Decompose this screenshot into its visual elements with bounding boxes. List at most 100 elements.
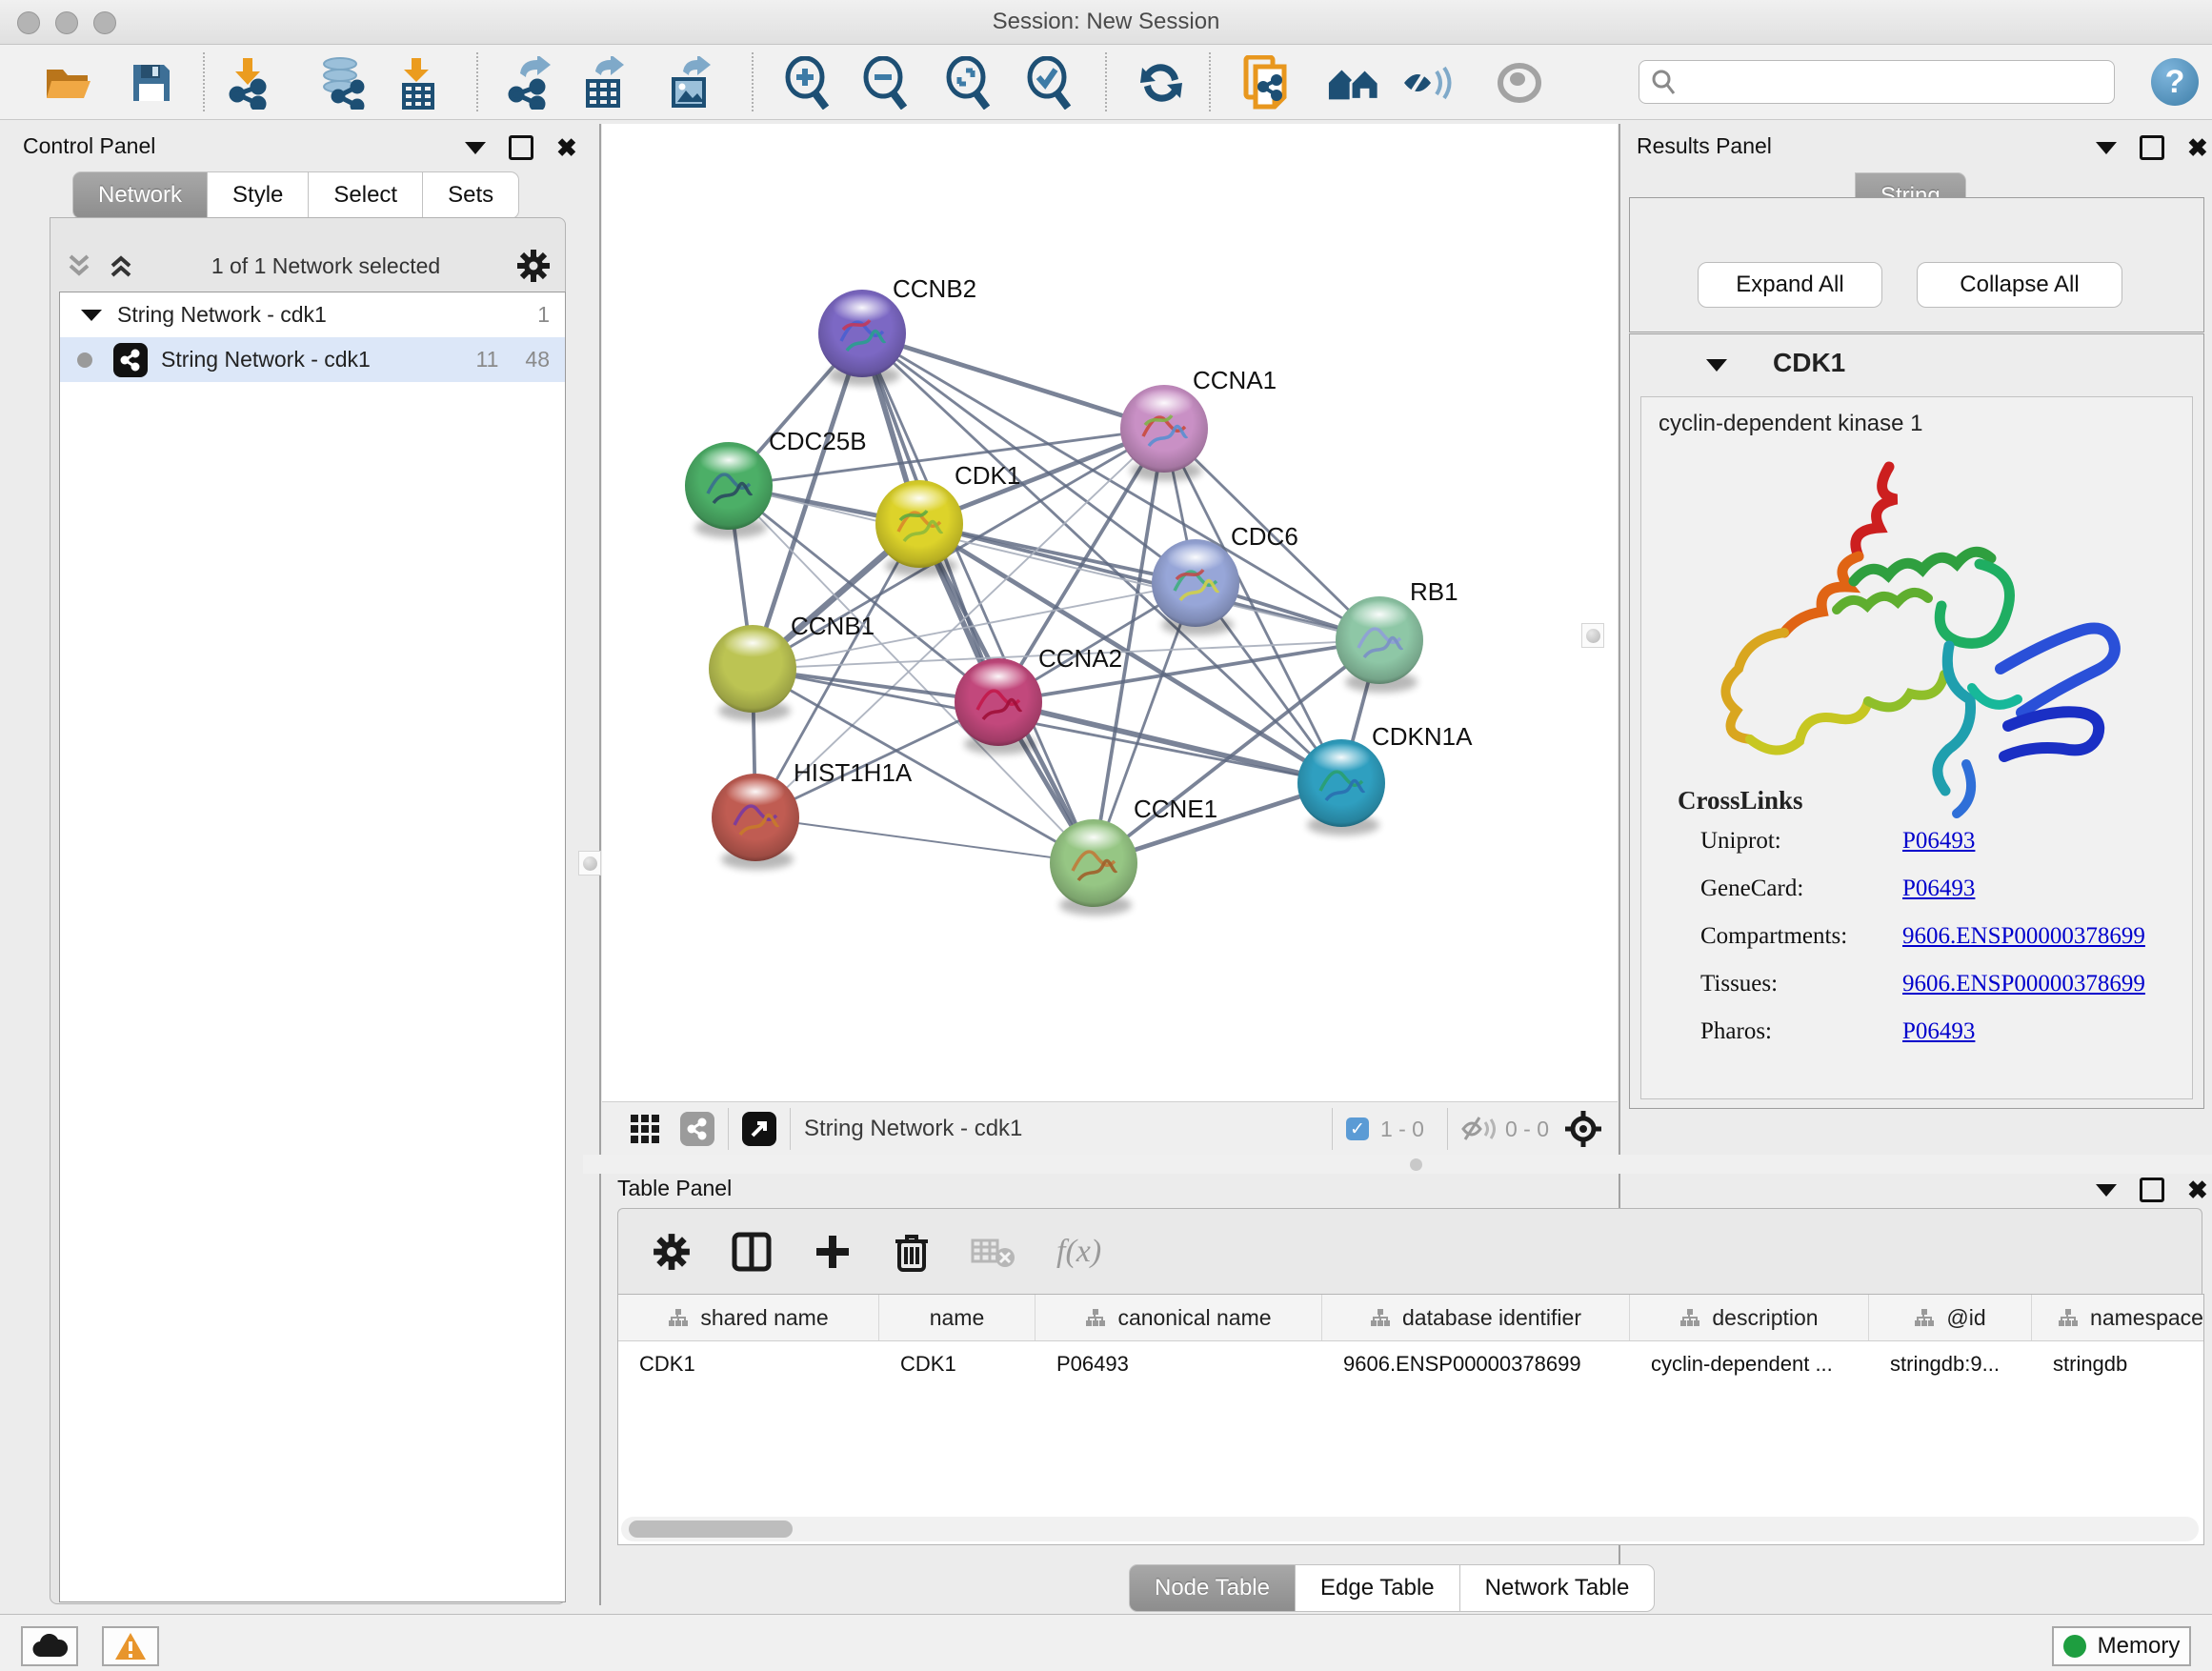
- show-columns-icon[interactable]: [731, 1231, 773, 1273]
- node-CDC25B[interactable]: CDC25B: [685, 427, 867, 538]
- collapse-panel-icon[interactable]: [2096, 1184, 2117, 1197]
- hide-selected-button[interactable]: [1400, 56, 1454, 110]
- open-session-button[interactable]: [42, 56, 95, 110]
- crosslink-link[interactable]: 9606.ENSP00000378699: [1902, 971, 2145, 997]
- horizontal-splitter-handle[interactable]: [1410, 1158, 1422, 1171]
- close-panel-icon[interactable]: ✖: [556, 138, 577, 157]
- expand-all-icon[interactable]: [107, 252, 135, 279]
- new-network-from-selection-button[interactable]: [1239, 56, 1293, 110]
- column-header-name[interactable]: name: [879, 1295, 1036, 1340]
- scrollbar-thumb[interactable]: [629, 1520, 793, 1538]
- table-row[interactable]: CDK1CDK1P064939606.ENSP00000378699cyclin…: [618, 1341, 2203, 1387]
- zoom-fit-button[interactable]: [941, 56, 995, 110]
- column-label: description: [1712, 1305, 1818, 1331]
- hidden-counts: 0 - 0: [1505, 1117, 1549, 1142]
- node-HIST1H1A[interactable]: HIST1H1A: [712, 758, 913, 870]
- memory-label: Memory: [2098, 1633, 2181, 1660]
- node-CDKN1A[interactable]: CDKN1A: [1297, 722, 1473, 836]
- tab-sets[interactable]: Sets: [423, 171, 519, 219]
- node-CCNB1[interactable]: CCNB1: [709, 612, 875, 721]
- zoom-in-button[interactable]: [780, 56, 834, 110]
- network-options-gear-icon[interactable]: [516, 249, 551, 283]
- crosslink-link[interactable]: P06493: [1902, 1018, 1975, 1045]
- string-network-icon: [113, 343, 148, 377]
- horizontal-splitter[interactable]: [583, 1155, 2212, 1174]
- float-panel-icon[interactable]: [2140, 135, 2164, 160]
- column-header-description[interactable]: description: [1630, 1295, 1869, 1340]
- automation-status-button[interactable]: [21, 1626, 78, 1666]
- crosslink-row: GeneCard:P06493: [1700, 876, 2167, 902]
- tree-expand-icon[interactable]: [81, 310, 102, 321]
- node-RB1[interactable]: RB1: [1336, 577, 1458, 693]
- detach-view-button[interactable]: [742, 1112, 776, 1146]
- search-input[interactable]: [1678, 69, 2114, 95]
- collapse-all-icon[interactable]: [65, 252, 93, 279]
- birdseye-grid-icon[interactable]: [629, 1113, 661, 1145]
- tab-style[interactable]: Style: [208, 171, 309, 219]
- zoom-out-button[interactable]: [858, 56, 912, 110]
- column-header-database-identifier[interactable]: database identifier: [1322, 1295, 1630, 1340]
- column-header--id[interactable]: @id: [1869, 1295, 2032, 1340]
- create-column-plus-icon[interactable]: [813, 1232, 853, 1272]
- table-horizontal-scrollbar[interactable]: [621, 1517, 2199, 1541]
- application-window: Session: New Session: [0, 0, 2212, 1671]
- edge-CCNB2-CCNA1[interactable]: [862, 333, 1164, 429]
- column-header-shared-name[interactable]: shared name: [618, 1295, 879, 1340]
- collapse-panel-icon[interactable]: [465, 142, 486, 154]
- select-first-neighbors-button[interactable]: [1327, 56, 1380, 110]
- crosslink-link[interactable]: 9606.ENSP00000378699: [1902, 923, 2145, 950]
- expand-all-button[interactable]: Expand All: [1698, 262, 1882, 308]
- edge-CCNE1-HIST1H1A[interactable]: [755, 817, 1094, 863]
- import-network-database-button[interactable]: [315, 56, 369, 110]
- table-panel-tabs: Node TableEdge TableNetwork Table: [1129, 1564, 1655, 1612]
- node-CDK1[interactable]: CDK1: [875, 461, 1020, 576]
- apply-layout-button[interactable]: [1135, 56, 1188, 110]
- table-mode-gear-icon[interactable]: [653, 1233, 691, 1271]
- close-panel-icon[interactable]: ✖: [2187, 138, 2208, 157]
- export-table-button[interactable]: [578, 56, 632, 110]
- tab-edge-table[interactable]: Edge Table: [1296, 1564, 1460, 1612]
- network-row[interactable]: String Network - cdk1 11 48: [60, 337, 565, 382]
- export-network-button[interactable]: [505, 56, 558, 110]
- center-view-crosshair-icon[interactable]: [1564, 1110, 1602, 1148]
- crosslink-link[interactable]: P06493: [1902, 828, 1975, 855]
- save-session-button[interactable]: [125, 56, 178, 110]
- export-image-button[interactable]: [664, 56, 717, 110]
- node-CCNE1[interactable]: CCNE1: [1050, 795, 1217, 916]
- float-panel-icon[interactable]: [2140, 1178, 2164, 1202]
- tab-node-table[interactable]: Node Table: [1129, 1564, 1296, 1612]
- node-label-HIST1H1A: HIST1H1A: [794, 758, 913, 787]
- table-panel-controls: ✖: [2096, 1178, 2208, 1202]
- collapse-all-button[interactable]: Collapse All: [1917, 262, 2122, 308]
- memory-button[interactable]: Memory: [2052, 1626, 2191, 1666]
- left-splitter-handle[interactable]: [578, 851, 601, 876]
- network-collection-row[interactable]: String Network - cdk1 1: [60, 292, 565, 337]
- collapse-panel-icon[interactable]: [2096, 142, 2117, 154]
- crosslinks-heading: CrossLinks: [1678, 786, 1803, 815]
- help-button[interactable]: ?: [2151, 58, 2199, 106]
- network-view-toolbar: String Network - cdk1 ✓ 1 - 0 0 - 0: [602, 1101, 1618, 1156]
- import-network-file-button[interactable]: [222, 56, 275, 110]
- column-label: name: [930, 1305, 985, 1331]
- column-type-icon: [2058, 1308, 2079, 1327]
- tab-select[interactable]: Select: [309, 171, 423, 219]
- tab-network[interactable]: Network: [72, 171, 208, 219]
- delete-column-trash-icon[interactable]: [893, 1230, 931, 1274]
- section-collapse-icon[interactable]: [1706, 359, 1727, 372]
- results-panel-title: Results Panel: [1637, 133, 1772, 159]
- show-hidden-button[interactable]: [1493, 56, 1546, 110]
- network-canvas[interactable]: CCNB2CCNA1CDC25BCDK1CDC6RB1CCNB1CCNA2CDK…: [602, 124, 1618, 1101]
- zoom-selected-button[interactable]: [1022, 56, 1076, 110]
- close-panel-icon[interactable]: ✖: [2187, 1180, 2208, 1199]
- crosslink-link[interactable]: P06493: [1902, 876, 1975, 902]
- string-view-icon[interactable]: [680, 1112, 714, 1146]
- search-field: [1639, 60, 2115, 104]
- warnings-button[interactable]: [102, 1626, 159, 1666]
- tab-network-table[interactable]: Network Table: [1460, 1564, 1656, 1612]
- node-CCNB2[interactable]: CCNB2: [818, 274, 976, 386]
- right-splitter-handle[interactable]: [1581, 623, 1604, 648]
- float-panel-icon[interactable]: [509, 135, 533, 160]
- column-header-canonical-name[interactable]: canonical name: [1036, 1295, 1322, 1340]
- import-table-file-button[interactable]: [391, 56, 444, 110]
- column-header-namespace[interactable]: namespace: [2032, 1295, 2204, 1340]
